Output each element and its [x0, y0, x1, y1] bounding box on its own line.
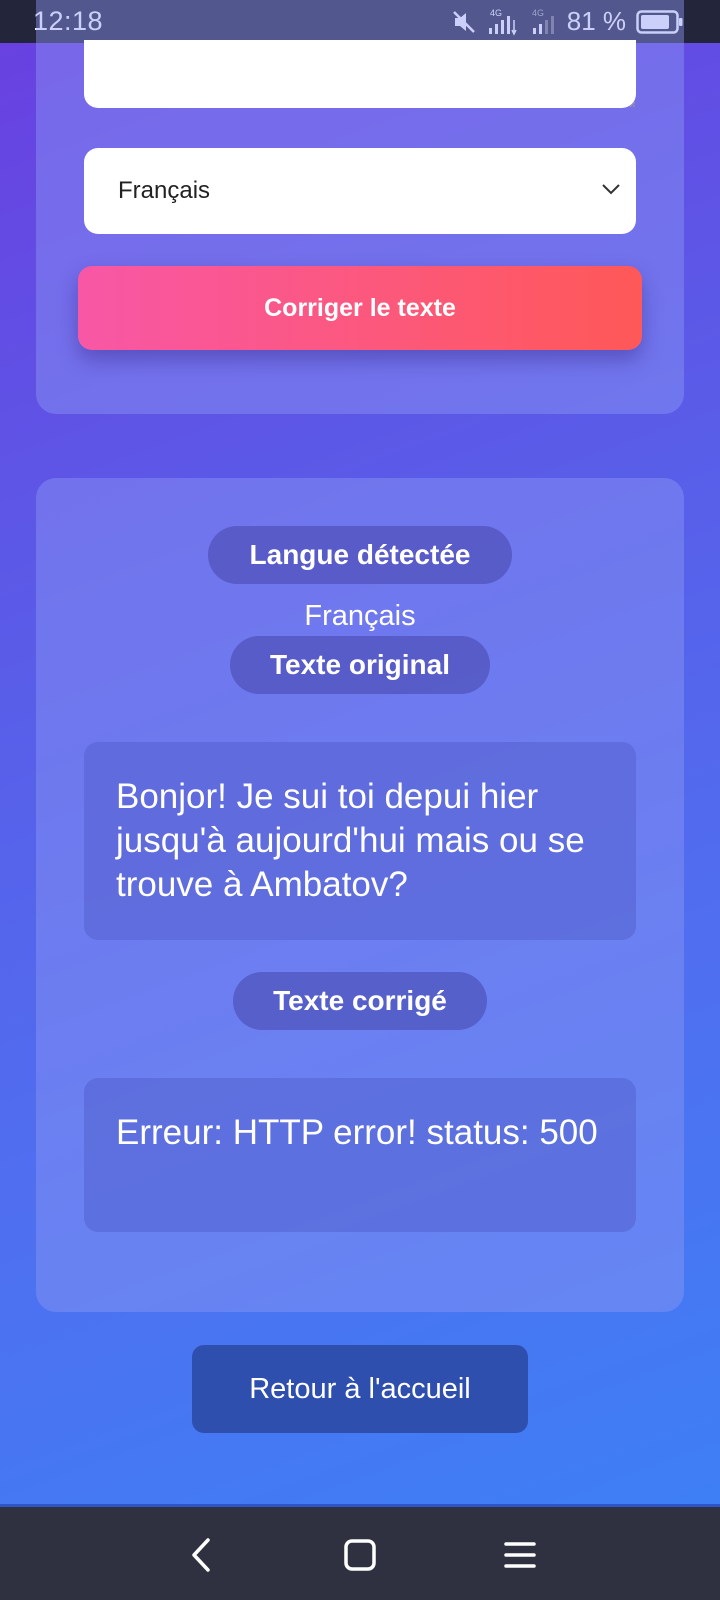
detected-language-heading: Langue détectée — [208, 526, 512, 584]
language-select[interactable]: Français — [84, 148, 636, 234]
menu-icon[interactable] — [502, 1537, 538, 1573]
corrected-text-box: Erreur: HTTP error! status: 500 — [84, 1078, 636, 1232]
corrected-text-heading: Texte corrigé — [233, 972, 487, 1030]
home-icon[interactable] — [342, 1537, 378, 1573]
resize-handle-icon[interactable] — [628, 100, 636, 108]
language-select-value: Français — [118, 177, 211, 204]
original-text-box: Bonjor! Je sui toi depui hier jusqu'à au… — [84, 742, 636, 940]
back-home-button[interactable]: Retour à l'accueil — [192, 1345, 528, 1433]
back-icon[interactable] — [186, 1537, 218, 1573]
detected-language-value: Français — [304, 600, 416, 632]
correct-text-button[interactable]: Corriger le texte — [78, 266, 642, 350]
text-input-area[interactable] — [84, 40, 636, 108]
system-nav-bar — [0, 1504, 720, 1600]
original-text-heading: Texte original — [230, 636, 490, 694]
chevron-down-icon — [602, 184, 620, 195]
